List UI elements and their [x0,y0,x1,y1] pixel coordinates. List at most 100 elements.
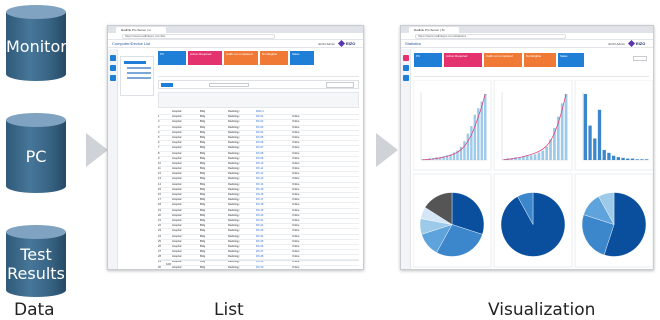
table-cell[interactable] [318,198,330,202]
table-cell[interactable] [306,162,318,166]
table-cell[interactable] [306,219,318,223]
table-cell[interactable] [318,115,330,119]
url-bar[interactable]: https://www.radlinkpro.com/statistics [415,34,567,39]
table-cell[interactable] [306,224,318,228]
table-cell[interactable] [306,240,318,244]
table-cell[interactable] [318,157,330,161]
table-cell[interactable] [306,167,318,171]
menu-tile-sales[interactable]: Sales [290,51,314,65]
table-cell[interactable] [306,110,318,114]
table-cell[interactable] [318,177,330,181]
table-cell[interactable] [306,136,318,140]
table-row[interactable]: 30 Hospital Bldg Radiology RX-30 Online [158,265,359,269]
table-cell[interactable] [318,167,330,171]
menu-tile-pc[interactable]: PC [414,53,442,67]
search-input[interactable] [209,83,249,87]
table-cell: Online [292,193,300,196]
table-cell[interactable] [306,120,318,124]
menu-tile-not-eligible[interactable]: Not Eligible [524,53,556,67]
user-name[interactable]: ECIO Admin [608,41,625,47]
menu-tile-action-required[interactable]: Action Required [444,53,482,67]
url-bar[interactable]: https://www.radlinkpro.com/list [122,34,275,39]
table-cell[interactable] [318,266,330,269]
table-cell[interactable] [306,235,318,239]
table-cell[interactable] [318,141,330,145]
table-cell[interactable] [318,219,330,223]
table-cell[interactable] [318,183,330,187]
table-cell[interactable] [306,255,318,259]
bar [541,150,545,160]
table-cell[interactable] [318,214,330,218]
table-cell[interactable] [318,203,330,207]
table-cell[interactable] [306,172,318,176]
tree-node[interactable] [127,72,151,74]
table-cell: Online [292,182,300,186]
table-cell[interactable] [306,141,318,145]
user-name[interactable]: ECIO Admin [318,41,335,47]
table-cell[interactable] [306,193,318,197]
table-cell[interactable] [318,146,330,150]
table-cell[interactable] [318,131,330,135]
table-cell[interactable] [318,110,330,114]
stats-icon[interactable] [403,75,409,81]
table-cell[interactable] [318,136,330,140]
menu-tile-not-eligible[interactable]: Not Eligible [260,51,288,65]
table-cell[interactable] [318,162,330,166]
home-icon[interactable] [110,55,116,61]
table-cell[interactable] [318,209,330,213]
table-cell[interactable] [318,193,330,197]
table-cell[interactable] [306,203,318,207]
home-icon[interactable] [403,55,409,61]
table-cell [278,141,292,145]
menu-tile-calib[interactable]: Calib not completed [484,53,522,67]
table-cell[interactable] [318,229,330,233]
tree-node[interactable] [124,61,146,64]
table-cell[interactable] [306,198,318,202]
menu-tile-sales[interactable]: Sales [558,53,584,67]
table-cell[interactable] [306,152,318,156]
table-cell[interactable] [318,240,330,244]
table-cell[interactable] [318,126,330,130]
menu-tile-pc[interactable]: PC [158,51,186,65]
table-cell[interactable] [318,224,330,228]
table-cell[interactable] [306,229,318,233]
settings-button[interactable] [633,56,647,61]
table-cell[interactable] [306,209,318,213]
table-cell[interactable] [318,188,330,192]
table-cell[interactable] [306,214,318,218]
menu-tile-calib[interactable]: Calib not completed [224,51,258,65]
table-cell[interactable] [318,172,330,176]
page-size[interactable]: 100 [166,262,171,266]
bar [484,94,487,160]
table-cell[interactable] [318,120,330,124]
list-icon[interactable] [403,65,409,71]
table-cell[interactable] [306,266,318,269]
list-icon[interactable] [110,65,116,71]
table-cell[interactable] [306,177,318,181]
table-cell[interactable] [306,245,318,249]
table-cell: 1 [158,115,160,119]
dropdown[interactable] [326,82,354,88]
table-cell[interactable] [318,245,330,249]
tree-node[interactable] [127,67,151,69]
table-cell [278,183,292,187]
table-cell[interactable] [318,255,330,259]
table-cell[interactable] [306,183,318,187]
table-cell[interactable] [306,131,318,135]
stats-icon[interactable] [110,75,116,81]
table-cell: RX-12 [256,172,264,176]
table-cell[interactable] [306,188,318,192]
table-cell: Online [292,265,300,269]
table-cell: Radiology [228,182,240,186]
table-cell[interactable] [318,250,330,254]
table-cell[interactable] [318,235,330,239]
table-cell[interactable] [306,250,318,254]
filter-button[interactable] [161,83,173,87]
table-cell[interactable] [306,115,318,119]
table-cell[interactable] [306,126,318,130]
menu-tile-action-required[interactable]: Action Required [188,51,222,65]
table-cell[interactable] [306,157,318,161]
table-cell[interactable] [306,146,318,150]
table-cell[interactable] [318,152,330,156]
tree-node[interactable] [127,77,151,79]
